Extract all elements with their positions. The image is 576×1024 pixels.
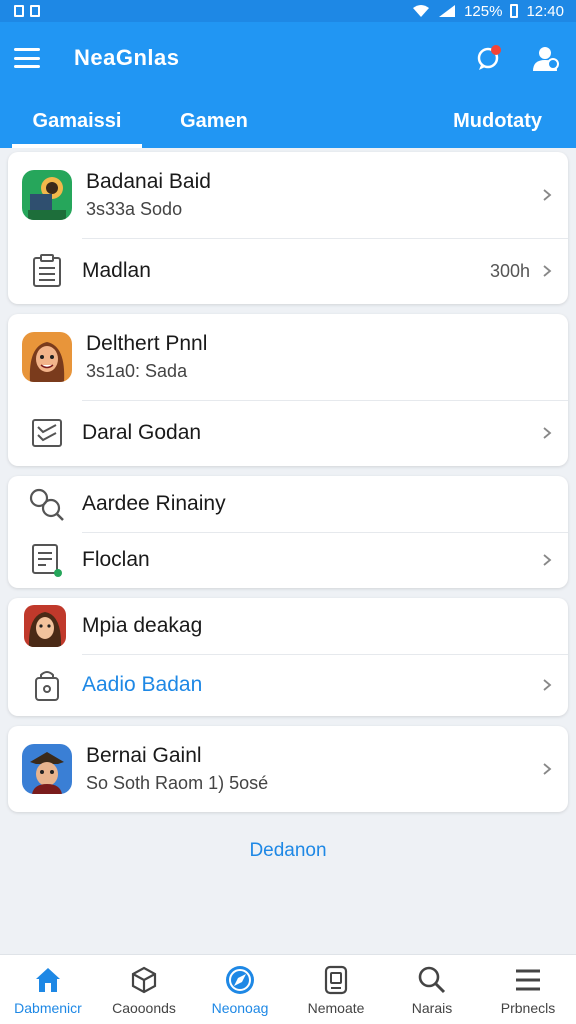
item-subtitle: 3s33a Sodo [86, 199, 183, 219]
clock: 12:40 [526, 2, 564, 20]
nav-label: Nemoate [307, 999, 365, 1016]
nav-item-compass[interactable]: Neonoag [192, 955, 288, 1024]
game-app-icon [22, 170, 72, 220]
item-subtitle: 3s1a0: Sada [86, 361, 188, 381]
nav-label: Neonoag [211, 999, 269, 1016]
game-app-icon [22, 332, 72, 382]
status-bar: 125% 12:40 [0, 0, 576, 22]
app-title: NeaGnlas [74, 45, 180, 70]
list-item[interactable]: Delthert Pnnl 3s1a0: Sada [8, 314, 568, 400]
signal-icon [439, 5, 456, 17]
footer-link[interactable]: Dedanon [8, 840, 568, 862]
bottom-nav: Dabmenicr Caooonds Neonoag Nemoate Narai… [0, 954, 576, 1024]
hamburger-icon[interactable] [14, 48, 40, 68]
chevron-right-icon [543, 679, 552, 691]
content-list: Badanai Baid 3s33a Sodo Madlan 300h Delt… [0, 148, 576, 862]
list-card: Bernai Gainl So Soth Raom 1) 5osé [8, 726, 568, 812]
item-title: Mpia deakag [82, 614, 203, 637]
device-icon [320, 964, 352, 996]
chat-notification-icon[interactable] [474, 43, 504, 73]
item-subtitle: So Soth Raom 1) 5osé [86, 773, 269, 793]
checklist-icon [22, 413, 72, 453]
nav-label: Dabmenicr [14, 999, 82, 1016]
notification-icon [30, 5, 40, 17]
search-icon [416, 964, 448, 996]
list-item[interactable]: Aardee Rinainy [8, 476, 568, 532]
item-title: Aardee Rinainy [82, 492, 226, 515]
chevron-right-icon [543, 265, 552, 277]
app-bar-actions [474, 43, 560, 73]
nav-item-cube[interactable]: Caooonds [96, 955, 192, 1024]
tab-gamen[interactable]: Gamen [142, 94, 286, 148]
list-item[interactable]: Mpia deakag [8, 598, 568, 654]
tab-mudotaty[interactable]: Mudotaty [453, 94, 564, 148]
compass-icon [224, 964, 256, 996]
item-title: Daral Godan [82, 421, 202, 444]
battery-icon [510, 4, 519, 18]
lock-icon [22, 665, 72, 705]
edit-document-icon [22, 540, 72, 580]
nav-item-device[interactable]: Nemoate [288, 955, 384, 1024]
wifi-icon [413, 5, 430, 17]
item-title: Bernai Gainl [86, 744, 202, 767]
list-card: Aardee Rinainy Floclan [8, 476, 568, 588]
chevron-right-icon [543, 189, 552, 201]
sim-icon [14, 5, 24, 17]
list-item[interactable]: Floclan [8, 532, 568, 588]
tab-gamaissi[interactable]: Gamaissi [12, 94, 142, 148]
status-icons-left [14, 5, 40, 17]
item-title: Delthert Pnnl [86, 332, 208, 355]
nav-label: Prbnecls [500, 999, 556, 1016]
item-value: 300h [489, 260, 530, 281]
chevron-right-icon [543, 554, 552, 566]
user-profile-icon[interactable] [530, 43, 560, 73]
list-item[interactable]: Bernai Gainl So Soth Raom 1) 5osé [8, 726, 568, 812]
cube-icon [128, 964, 160, 996]
nav-label: Caooonds [112, 999, 176, 1016]
list-card: Mpia deakag Aadio Badan [8, 598, 568, 716]
list-card: Badanai Baid 3s33a Sodo Madlan 300h [8, 152, 568, 304]
list-icon [512, 964, 544, 996]
list-item[interactable]: Madlan 300h [8, 238, 568, 304]
list-item[interactable]: Aadio Badan [8, 654, 568, 716]
list-item[interactable]: Badanai Baid 3s33a Sodo [8, 152, 568, 238]
tab-bar: Gamaissi Gamen Mudotaty [0, 94, 576, 148]
nav-item-search[interactable]: Narais [384, 955, 480, 1024]
item-title-link[interactable]: Aadio Badan [82, 672, 536, 698]
list-item[interactable]: Daral Godan [8, 400, 568, 466]
battery-percent: 125% [464, 2, 503, 20]
search-key-icon [22, 484, 72, 524]
list-card: Delthert Pnnl 3s1a0: Sada Daral Godan [8, 314, 568, 466]
item-title: Floclan [82, 548, 150, 571]
home-icon [32, 964, 64, 996]
nav-item-home[interactable]: Dabmenicr [0, 955, 96, 1024]
item-title: Madlan [82, 259, 151, 282]
nav-item-list[interactable]: Prbnecls [480, 955, 576, 1024]
chevron-right-icon [543, 763, 552, 775]
item-title: Badanai Baid [86, 170, 211, 193]
app-bar: NeaGnlas [0, 22, 576, 94]
status-icons-right: 125% 12:40 [412, 3, 564, 20]
game-app-icon [24, 605, 66, 647]
document-icon [22, 251, 72, 291]
game-app-icon [22, 744, 72, 794]
chevron-right-icon [543, 427, 552, 439]
nav-label: Narais [411, 999, 453, 1016]
